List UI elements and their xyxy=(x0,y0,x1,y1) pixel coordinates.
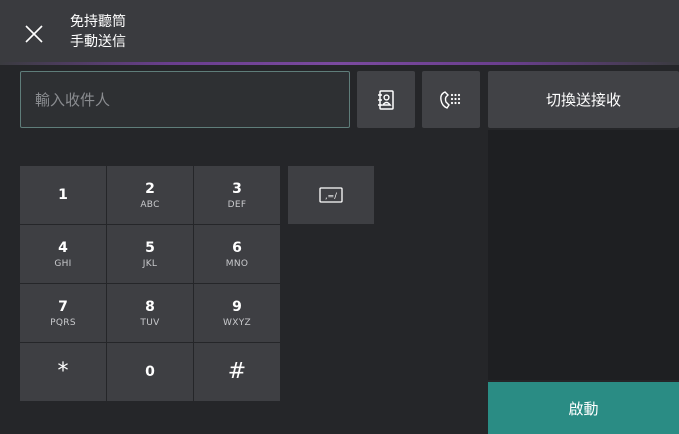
keypad-key-8[interactable]: 8 TUV xyxy=(107,284,193,342)
pause-key[interactable]: ,=/ xyxy=(288,166,374,224)
key-letters: ABC xyxy=(140,199,160,210)
key-letters: JKL xyxy=(142,258,158,269)
side-panel xyxy=(488,130,679,380)
key-number: 9 xyxy=(232,298,242,315)
pause-symbol-icon: ,=/ xyxy=(319,187,343,203)
key-letters: WXYZ xyxy=(223,317,251,328)
page-title: 免持聽筒 xyxy=(70,14,126,30)
key-number: 3 xyxy=(232,180,242,197)
pause-symbol-text: ,=/ xyxy=(325,192,337,201)
keypad-key-hash[interactable]: # xyxy=(194,343,280,401)
key-number: 8 xyxy=(145,298,155,315)
address-book-button[interactable] xyxy=(357,71,415,128)
keypad-key-7[interactable]: 7 PQRS xyxy=(20,284,106,342)
switch-send-receive-label: 切換送接收 xyxy=(545,91,621,109)
keypad-key-4[interactable]: 4 GHI xyxy=(20,225,106,283)
close-button[interactable] xyxy=(22,22,46,46)
keypad-key-star[interactable]: * xyxy=(20,343,106,401)
keypad-key-0[interactable]: 0 xyxy=(107,343,193,401)
keypad-key-6[interactable]: 6 MNO xyxy=(194,225,280,283)
key-number: 2 xyxy=(145,180,155,197)
key-letters: GHI xyxy=(54,258,72,269)
header-bar: 免持聽筒 手動送信 xyxy=(0,0,679,62)
switch-send-receive-button[interactable]: 切換送接收 xyxy=(488,71,679,128)
key-letters: DEF xyxy=(227,199,247,210)
key-letters: MNO xyxy=(225,258,249,269)
keypad-key-1[interactable]: 1 xyxy=(20,166,106,224)
header-accent-line xyxy=(0,62,679,65)
keypad-key-9[interactable]: 9 WXYZ xyxy=(194,284,280,342)
keypad-key-5[interactable]: 5 JKL xyxy=(107,225,193,283)
key-symbol: * xyxy=(57,359,69,384)
key-number: 1 xyxy=(58,187,68,203)
recipient-input[interactable] xyxy=(20,71,350,128)
key-number: 6 xyxy=(232,239,242,256)
phone-keypad-icon xyxy=(440,90,461,109)
key-number: 4 xyxy=(58,239,68,256)
key-number: 0 xyxy=(145,364,155,380)
key-letters: TUV xyxy=(140,317,160,328)
start-button[interactable]: 啟動 xyxy=(488,382,679,434)
key-number: 5 xyxy=(145,239,155,256)
address-book-icon xyxy=(378,89,394,110)
close-icon xyxy=(25,25,43,43)
phone-keypad-button[interactable] xyxy=(422,71,480,128)
page-subtitle: 手動送信 xyxy=(70,34,126,50)
keypad-key-2[interactable]: 2 ABC xyxy=(107,166,193,224)
key-symbol: # xyxy=(227,359,247,384)
key-number: 7 xyxy=(58,298,68,315)
start-label: 啟動 xyxy=(568,399,599,418)
key-letters: PQRS xyxy=(50,317,76,328)
keypad-key-3[interactable]: 3 DEF xyxy=(194,166,280,224)
